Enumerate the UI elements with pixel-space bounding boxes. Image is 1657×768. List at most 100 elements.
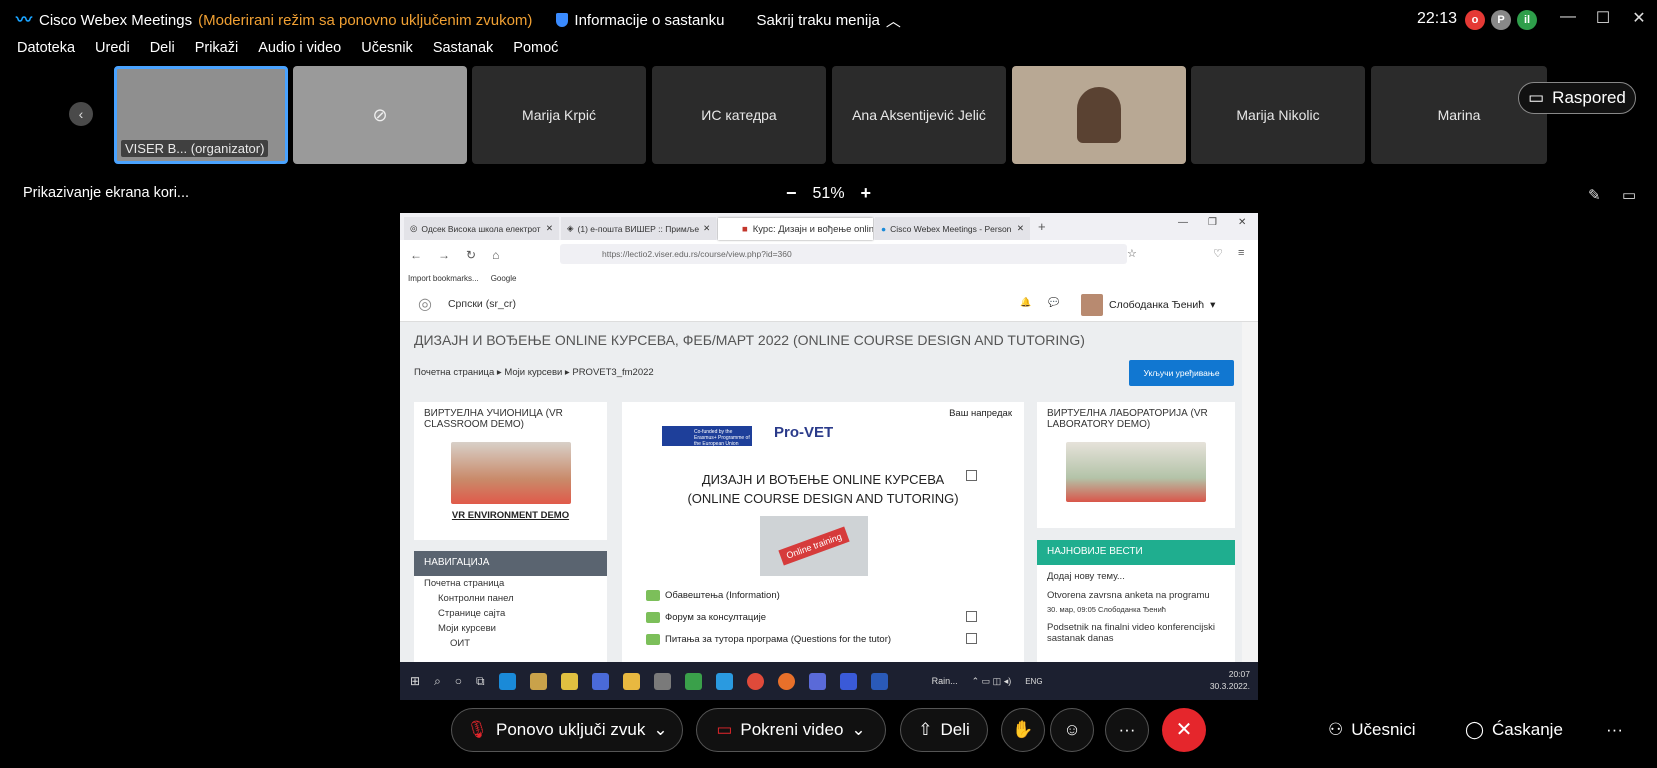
nav-item[interactable]: Контролни панел [414, 591, 607, 606]
vr-demo-link[interactable]: VR ENVIRONMENT DEMO [414, 510, 607, 521]
browser-maximize-icon[interactable]: ❐ [1208, 217, 1217, 228]
calculator-icon[interactable] [684, 672, 702, 690]
overflow-menu-button[interactable]: ··· [1606, 720, 1623, 740]
user-menu[interactable]: Слободанка Ђенић ▾ [1081, 294, 1215, 316]
weather-widget[interactable]: Rain... [932, 676, 958, 686]
reactions-button[interactable]: ☺ [1050, 708, 1094, 752]
tab-close-icon[interactable]: ✕ [703, 223, 710, 234]
layout-button[interactable]: ▭ Raspored [1518, 82, 1636, 114]
raise-hand-button[interactable]: ✋ [1001, 708, 1045, 752]
close-icon[interactable]: ✕ [1627, 8, 1651, 28]
cortana-icon[interactable]: ○ [455, 674, 462, 688]
completion-checkbox[interactable] [966, 611, 977, 622]
home-icon[interactable]: ⌂ [492, 248, 499, 262]
menu-hamburger-icon[interactable]: ≡ [1238, 247, 1244, 259]
participant-tile[interactable]: Marija Nikolic [1191, 66, 1365, 164]
menu-file[interactable]: Datoteka [17, 40, 75, 66]
address-bar[interactable]: https://lectio2.viser.edu.rs/course/view… [560, 244, 1127, 264]
app-icon[interactable] [529, 672, 547, 690]
forward-icon[interactable]: → [438, 248, 450, 262]
input-language[interactable]: ENG [1025, 677, 1042, 686]
news-item-title[interactable]: Otvorena zavrsna anketa na programu [1037, 588, 1235, 603]
scrollbar[interactable] [1242, 322, 1258, 662]
browser-close-icon[interactable]: ✕ [1238, 217, 1246, 228]
task-view-icon[interactable]: ⧉ [476, 674, 485, 689]
breadcrumb-course[interactable]: PROVET3_fm2022 [572, 367, 653, 378]
tab-close-icon[interactable]: ✕ [1017, 223, 1024, 234]
participant-tile[interactable]: ИС катедра [652, 66, 826, 164]
menu-help[interactable]: Pomoć [513, 40, 558, 66]
participants-button[interactable]: ⚇ Učesnici [1328, 720, 1416, 740]
windows-start-icon[interactable]: ⊞ [410, 674, 420, 688]
chrome-icon[interactable] [746, 672, 764, 690]
tray-icons[interactable]: ⌃ ▭ ◫ ◂) [972, 676, 1012, 687]
nav-item[interactable]: Странице сајта [414, 606, 607, 621]
end-meeting-button[interactable]: ✕ [1162, 708, 1206, 752]
news-item-title[interactable]: Podsetnik na finalni video konferencijsk… [1037, 616, 1235, 646]
menu-audio-video[interactable]: Audio i video [258, 40, 341, 66]
edit-mode-button[interactable]: Укључи уређивање [1129, 360, 1234, 386]
browser-tab[interactable]: ◈ (1) е-пошта ВИШЕР :: Примље ✕ [561, 217, 716, 240]
breadcrumb-home[interactable]: Почетна страница [414, 367, 494, 378]
chevron-down-icon[interactable]: ⌄ [851, 720, 865, 740]
menu-view[interactable]: Prikaži [195, 40, 239, 66]
breadcrumb-courses[interactable]: Моји курсеви [504, 367, 562, 378]
bookmark-import[interactable]: Import bookmarks... [408, 274, 479, 283]
file-explorer-icon[interactable] [622, 672, 640, 690]
lock-indicator-icon[interactable]: P [1491, 10, 1511, 30]
app-icon[interactable] [808, 672, 826, 690]
skype-icon[interactable] [715, 672, 733, 690]
nav-item[interactable]: Моји курсеви [414, 621, 607, 636]
app-icon[interactable] [560, 672, 578, 690]
start-video-button[interactable]: ▭ Pokreni video ⌄ [696, 708, 886, 752]
meeting-info-button[interactable]: Informacije o sastanku [556, 12, 725, 29]
notifications-icon[interactable]: 🔔 [1020, 297, 1031, 308]
bookmark-star-icon[interactable]: ☆ [1127, 247, 1137, 260]
app-icon[interactable] [653, 672, 671, 690]
strip-prev-icon[interactable]: ‹ [69, 102, 93, 126]
nav-item[interactable]: Почетна страница [414, 576, 607, 591]
messages-icon[interactable]: 💬 [1048, 297, 1059, 308]
browser-tab[interactable]: ● Cisco Webex Meetings - Person ✕ [875, 217, 1030, 240]
activity-item[interactable]: Форум за консултације [622, 606, 1024, 628]
chat-button[interactable]: ◯ Ćaskanje [1465, 720, 1563, 740]
menu-participant[interactable]: Učesnik [361, 40, 413, 66]
menu-edit[interactable]: Uredi [95, 40, 130, 66]
menu-share[interactable]: Deli [150, 40, 175, 66]
new-tab-icon[interactable]: + [1032, 219, 1052, 234]
taskbar-clock[interactable]: 20:07 30.3.2022. [1210, 668, 1250, 692]
activity-item[interactable]: Обавештења (Information) [622, 584, 1024, 606]
network-indicator-icon[interactable]: il [1517, 10, 1537, 30]
back-icon[interactable]: ← [410, 248, 422, 262]
zoom-in-button[interactable]: + [861, 183, 872, 204]
activity-item[interactable]: Питања за тутора програма (Questions for… [622, 628, 1024, 650]
hide-menu-button[interactable]: Sakrij traku menija ︿ [757, 10, 901, 31]
menu-meeting[interactable]: Sastanak [433, 40, 493, 66]
annotate-icon[interactable]: ✎ [1588, 186, 1601, 204]
zoom-out-button[interactable]: − [786, 183, 797, 204]
webex-icon[interactable] [839, 672, 857, 690]
search-icon[interactable]: ⌕ [434, 674, 441, 689]
nav-item[interactable]: ОИТ [414, 636, 607, 651]
remote-control-icon[interactable]: ▭ [1622, 186, 1636, 204]
pocket-icon[interactable]: ♡ [1213, 247, 1223, 260]
reload-icon[interactable]: ↻ [466, 248, 476, 262]
participant-tile[interactable]: Marina [1371, 66, 1547, 164]
more-options-button[interactable]: ··· [1105, 708, 1149, 752]
recording-indicator-icon[interactable]: o [1465, 10, 1485, 30]
share-button[interactable]: ⇧ Deli [900, 708, 988, 752]
unmute-button[interactable]: 🎙 Ponovo uključi zvuk ⌄ [451, 708, 683, 752]
moodle-logo-icon[interactable]: ◎ [418, 294, 432, 314]
completion-checkbox[interactable] [966, 470, 977, 481]
language-select[interactable]: Српски (sr_cr) [448, 298, 516, 310]
word-icon[interactable] [870, 672, 888, 690]
participant-tile[interactable]: VISER B... (organizator) [114, 66, 288, 164]
browser-minimize-icon[interactable]: — [1178, 217, 1188, 228]
participant-tile[interactable]: Marija Krpić [472, 66, 646, 164]
maximize-icon[interactable]: ☐ [1591, 8, 1615, 28]
edge-icon[interactable] [498, 672, 516, 690]
chevron-down-icon[interactable]: ⌄ [653, 720, 667, 740]
browser-tab[interactable]: ◎ Одсек Висока школа електрот ✕ [404, 217, 559, 240]
minimize-icon[interactable]: — [1556, 8, 1580, 26]
news-add-link[interactable]: Додај нову тему... [1037, 565, 1235, 588]
